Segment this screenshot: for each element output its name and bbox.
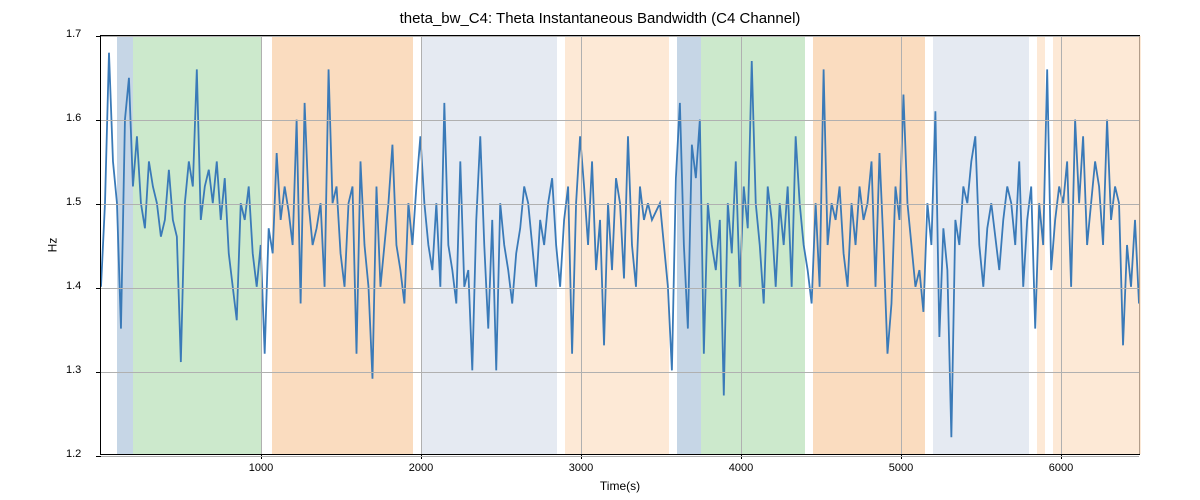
x-tick-label: 2000 — [409, 462, 433, 474]
gridline-vertical — [1061, 36, 1062, 454]
gridline-horizontal — [101, 456, 1139, 457]
x-tick-label: 1000 — [249, 462, 273, 474]
y-axis-label: Hz — [45, 238, 59, 253]
x-tick-label: 3000 — [569, 462, 593, 474]
gridline-vertical — [261, 36, 262, 454]
gridline-vertical — [421, 36, 422, 454]
x-tick-label: 6000 — [1049, 462, 1073, 474]
gridline-vertical — [581, 36, 582, 454]
x-axis-label: Time(s) — [100, 479, 1140, 493]
gridline-horizontal — [101, 204, 1139, 205]
gridline-vertical — [741, 36, 742, 454]
x-tick-label: 5000 — [889, 462, 913, 474]
chart-container: 1000200030004000500060001.21.31.41.51.61… — [100, 35, 1140, 455]
gridline-horizontal — [101, 120, 1139, 121]
tick-mark-y — [96, 288, 101, 289]
tick-mark-y — [96, 372, 101, 373]
gridline-vertical — [901, 36, 902, 454]
tick-mark-y — [96, 120, 101, 121]
x-tick-label: 4000 — [729, 462, 753, 474]
chart-title: theta_bw_C4: Theta Instantaneous Bandwid… — [0, 10, 1200, 27]
tick-mark-y — [96, 36, 101, 37]
plot-area: 1000200030004000500060001.21.31.41.51.61… — [100, 35, 1140, 455]
y-tick-label: 1.2 — [66, 448, 81, 460]
data-line — [101, 53, 1139, 438]
y-tick-label: 1.5 — [66, 196, 81, 208]
y-tick-label: 1.7 — [66, 28, 81, 40]
y-tick-label: 1.3 — [66, 364, 81, 376]
y-tick-label: 1.4 — [66, 280, 81, 292]
gridline-horizontal — [101, 36, 1139, 37]
tick-mark-y — [96, 204, 101, 205]
line-plot — [101, 36, 1139, 454]
y-tick-label: 1.6 — [66, 112, 81, 124]
tick-mark-y — [96, 456, 101, 457]
gridline-horizontal — [101, 288, 1139, 289]
gridline-horizontal — [101, 372, 1139, 373]
